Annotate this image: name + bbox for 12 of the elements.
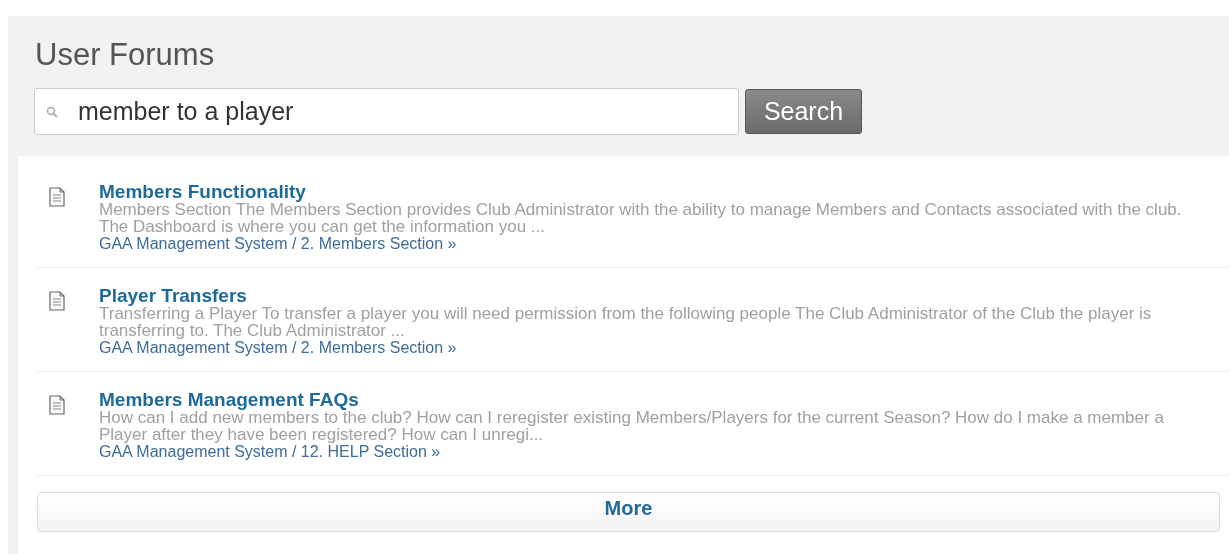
search-icon bbox=[46, 106, 58, 118]
search-field[interactable]: member to a player bbox=[34, 88, 739, 135]
breadcrumb-link[interactable]: GAA Management System / 2. Members Section » bbox=[99, 339, 457, 357]
more-button[interactable]: More bbox=[37, 492, 1220, 532]
document-icon bbox=[47, 394, 67, 416]
search-button[interactable]: Search bbox=[745, 89, 862, 134]
document-icon bbox=[47, 290, 67, 312]
page-title: User Forums bbox=[34, 40, 216, 70]
breadcrumb-link[interactable]: GAA Management System / 2. Members Section » bbox=[99, 235, 457, 253]
document-icon bbox=[47, 186, 67, 208]
breadcrumb-link[interactable]: GAA Management System / 12. HELP Section » bbox=[99, 443, 441, 461]
result-snippet: How can I add new members to the club? How can I reregister existing Members/Players for the current Season? How do I make a member a Player after they have been registered? How can I unregi... bbox=[99, 409, 1165, 443]
